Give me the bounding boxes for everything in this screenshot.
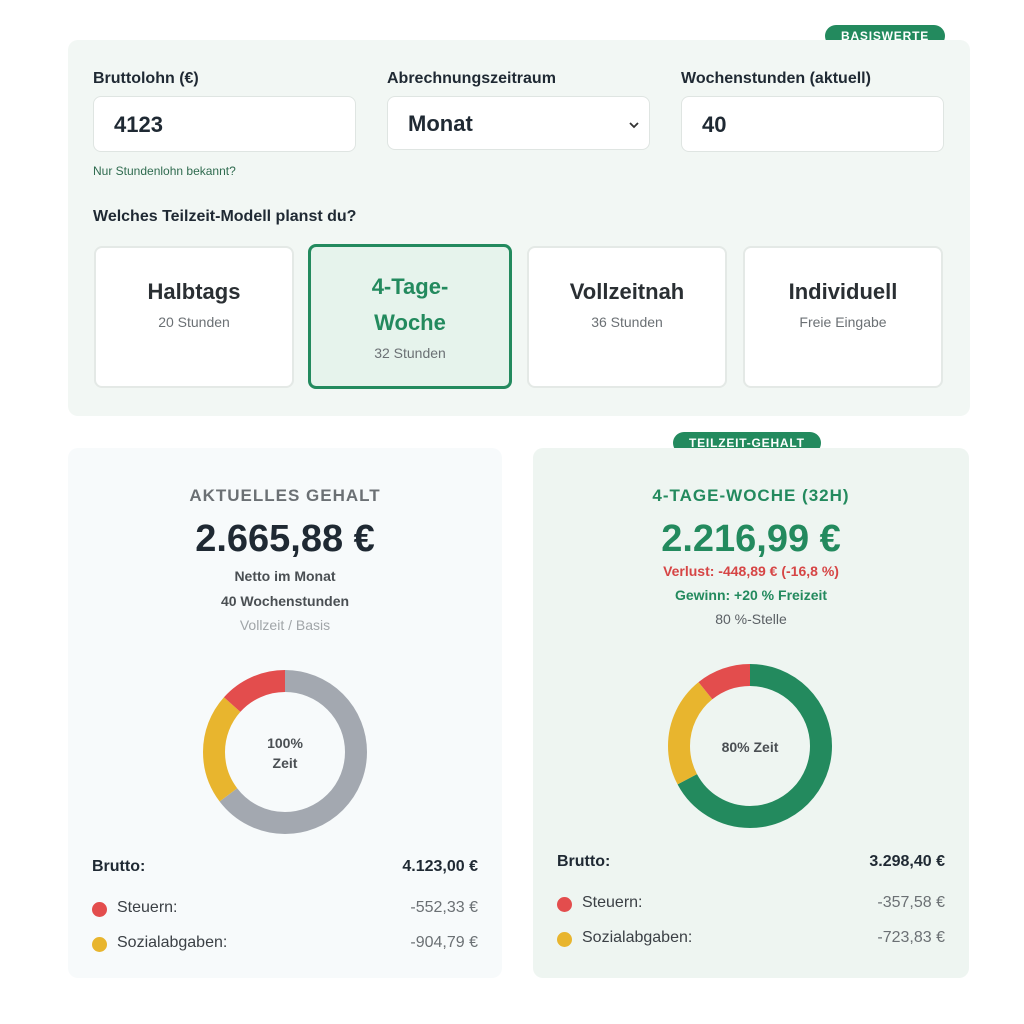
model-question: Welches Teilzeit-Modell planst du? bbox=[93, 208, 357, 225]
model-card-individuell[interactable]: Individuell Freie Eingabe bbox=[743, 246, 943, 388]
taxes-row-value: -357,58 € bbox=[877, 894, 945, 911]
social-row-label: Sozialabgaben: bbox=[582, 929, 693, 946]
net-label: Netto im Monat bbox=[234, 568, 336, 584]
taxes-legend-dot bbox=[557, 897, 572, 912]
period-label: Abrechnungszeitraum bbox=[387, 70, 556, 87]
parttime-salary-card: 4-TAGE-WOCHE (32H) 2.216,99 € Verlust: -… bbox=[533, 448, 969, 978]
social-legend-dot bbox=[92, 937, 107, 952]
period-select-value: Monat bbox=[408, 111, 473, 136]
net-amount: 2.665,88 € bbox=[195, 518, 375, 560]
social-row-value: -723,83 € bbox=[877, 929, 945, 946]
position-label: 80 %-Stelle bbox=[715, 611, 787, 627]
gross-row-value: 4.123,00 € bbox=[402, 858, 478, 875]
model-title: Vollzeitnah bbox=[569, 279, 685, 304]
hours-input[interactable]: 40 bbox=[681, 96, 944, 152]
donut-center-label: 80% Zeit bbox=[721, 739, 779, 755]
model-title: Individuell bbox=[788, 279, 898, 304]
model-title: Halbtags bbox=[147, 279, 241, 304]
hours-label: 40 Wochenstunden bbox=[220, 593, 350, 609]
hours-label: Wochenstunden (aktuell) bbox=[681, 70, 871, 87]
taxes-row-label: Steuern: bbox=[582, 894, 643, 911]
social-row: Sozialabgaben: -904,79 € bbox=[92, 934, 478, 958]
taxes-row: Steuern: -357,58 € bbox=[557, 894, 945, 918]
taxes-row-value: -552,33 € bbox=[410, 899, 478, 916]
social-legend-dot bbox=[557, 932, 572, 947]
gross-row-label: Brutto: bbox=[557, 853, 611, 870]
model-hours: 20 Stunden bbox=[158, 314, 230, 330]
donut-center-unit: Zeit bbox=[272, 755, 298, 771]
model-card-halbtags[interactable]: Halbtags 20 Stunden bbox=[94, 246, 294, 388]
loss-label: Verlust: -448,89 € (-16,8 %) bbox=[663, 563, 839, 579]
gross-row: Brutto: 4.123,00 € bbox=[92, 858, 478, 882]
model-hours: 32 Stunden bbox=[374, 345, 446, 361]
chevron-down-icon bbox=[629, 122, 639, 129]
gross-label: Bruttolohn (€) bbox=[93, 70, 199, 87]
model-hours: Freie Eingabe bbox=[799, 314, 887, 330]
model-card-vollzeitnah[interactable]: Vollzeitnah 36 Stunden bbox=[527, 246, 727, 388]
social-row: Sozialabgaben: -723,83 € bbox=[557, 929, 945, 953]
donut-center-percent: 100% bbox=[267, 735, 303, 751]
current-salary-card: AKTUELLES GEHALT 2.665,88 € Netto im Mon… bbox=[68, 448, 502, 978]
model-hours: 36 Stunden bbox=[591, 314, 663, 330]
taxes-row: Steuern: -552,33 € bbox=[92, 899, 478, 923]
gross-input[interactable]: 4123 bbox=[93, 96, 356, 152]
basis-label: Vollzeit / Basis bbox=[239, 617, 331, 633]
gain-label: Gewinn: +20 % Freizeit bbox=[674, 587, 828, 603]
social-row-value: -904,79 € bbox=[410, 934, 478, 951]
model-card-4-tage-woche[interactable]: 4-Tage-Woche 32 Stunden bbox=[308, 244, 512, 389]
taxes-row-label: Steuern: bbox=[117, 899, 178, 916]
period-select[interactable]: Monat bbox=[387, 96, 650, 150]
input-panel: Bruttolohn (€) 4123 Nur Stundenlohn beka… bbox=[68, 40, 970, 416]
model-title: 4-Tage-Woche bbox=[371, 274, 449, 335]
hourly-wage-link[interactable]: Nur Stundenlohn bekannt? bbox=[93, 164, 236, 178]
net-amount: 2.216,99 € bbox=[661, 518, 841, 560]
donut-center-label: 100% Zeit bbox=[235, 733, 335, 773]
gross-row-label: Brutto: bbox=[92, 858, 146, 875]
social-row-label: Sozialabgaben: bbox=[117, 934, 228, 951]
card-heading: AKTUELLES GEHALT bbox=[189, 486, 381, 505]
gross-row: Brutto: 3.298,40 € bbox=[557, 853, 945, 877]
gross-row-value: 3.298,40 € bbox=[869, 853, 945, 870]
taxes-legend-dot bbox=[92, 902, 107, 917]
card-heading: 4-TAGE-WOCHE (32H) bbox=[652, 486, 850, 505]
